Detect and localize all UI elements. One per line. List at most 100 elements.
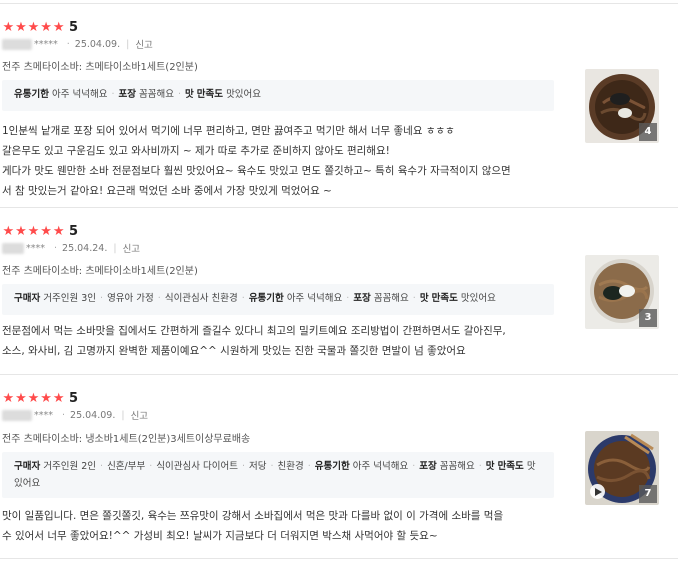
star-icon: ★ <box>52 20 65 35</box>
tag-value: 아주 넉넉해요 <box>52 89 108 100</box>
product-option: 전주 츠메타이소바: 냉소바1세트(2인분)3세트이상무료배송 <box>2 434 251 445</box>
user-name: **** <box>34 409 53 421</box>
tag-value: 거주인원 3인 <box>43 293 97 304</box>
tag-key: 포장 <box>353 293 371 304</box>
review-text-line: 1인분씩 낱개로 포장 되어 있어서 먹기에 너무 편리하고, 면만 끓여주고 … <box>2 125 455 137</box>
review-list-page: ★ ★ ★ ★ ★ 5 ***** · 25.04.09. | 신고 전주 츠메… <box>0 0 678 561</box>
star-icon: ★ <box>15 391 27 406</box>
tag-value: 거주인원 2인 <box>43 461 97 472</box>
tag-separator: · <box>270 461 274 472</box>
review-text-line: 맛이 일품입니다. 면은 쫄깃쫄깃, 육수는 쯔유맛이 강해서 소바집에서 먹은… <box>2 510 504 522</box>
tag-separator: · <box>307 461 311 472</box>
star-icon: ★ <box>40 391 52 406</box>
review-tags: 구매자 거주인원 3인 · 영유아 가정 · 식이관심사 친환경 · 유통기한 아주 넉넉해… <box>2 284 554 315</box>
tag-value: 아주 넉넉해요 <box>352 461 409 472</box>
tag-key: 만족도 <box>196 89 224 100</box>
star-icon: ★ <box>40 224 52 239</box>
rating-score: 5 <box>68 391 79 406</box>
tag-separator: · <box>100 461 104 472</box>
tag-separator: · <box>412 461 416 472</box>
tag-value: 맛있어요 <box>460 293 496 304</box>
avatar <box>2 409 32 421</box>
product-option: 전주 츠메타이소바: 츠메타이소바1세트(2인분) <box>2 62 198 73</box>
tag-value: 꼼꼼해요 <box>439 461 475 472</box>
tag-key: 유통기한 <box>248 293 284 304</box>
tag-value: 꼼꼼해요 <box>139 89 174 100</box>
tag-separator: · <box>241 293 245 304</box>
top-divider <box>0 3 678 4</box>
rating-score: 5 <box>68 224 79 239</box>
star-icon: ★ <box>2 20 15 35</box>
review-body: 맛이 일품입니다. 면은 쫄깃쫄깃, 육수는 쯔유맛이 강해서 소바집에서 먹은… <box>2 506 562 546</box>
tag-key: 맛 <box>419 293 429 304</box>
review-meta: **** · 25.04.09. | 신고 <box>2 408 148 422</box>
tag-separator: · <box>149 461 153 472</box>
star-icon: ★ <box>40 20 52 35</box>
star-icon: ★ <box>52 391 65 406</box>
tag-separator: · <box>346 293 350 304</box>
avatar <box>2 38 32 50</box>
review-photo-thumbnail[interactable]: 4 <box>585 69 659 143</box>
tag-key: 만족도 <box>497 461 524 472</box>
report-button[interactable]: 신고 <box>131 408 148 422</box>
tag-key: 맛 <box>485 461 495 472</box>
photo-count-badge: 4 <box>639 123 657 141</box>
play-icon[interactable] <box>590 484 605 499</box>
review-text-line: 전문점에서 먹는 소바맛을 집에서도 간편하게 즐길수 있다니 최고의 밀키트예… <box>2 325 506 337</box>
star-icon: ★ <box>27 20 40 35</box>
rating-row: ★ ★ ★ ★ ★ 5 <box>2 20 78 35</box>
tag-separator: · <box>157 293 161 304</box>
user-name: **** <box>26 242 45 254</box>
tag-separator: · <box>478 461 482 472</box>
photo-count-badge: 3 <box>639 309 657 327</box>
tag-key: 만족도 <box>431 293 458 304</box>
star-icon: ★ <box>2 391 15 406</box>
review-photo-thumbnail[interactable]: 3 <box>585 255 659 329</box>
tag-key: 유통기한 <box>14 89 49 100</box>
review-date: 25.04.09. <box>70 409 116 421</box>
star-icon: ★ <box>27 224 40 239</box>
review-text-line: 서 참 맛있는거 같아요! 요근래 먹었던 소바 중에서 가장 맛있게 먹었어요… <box>2 185 332 197</box>
review-body: 1인분씩 낱개로 포장 되어 있어서 먹기에 너무 편리하고, 면만 끓여주고 … <box>2 121 562 201</box>
tag-separator: · <box>412 293 416 304</box>
meta-dot: · <box>54 242 58 254</box>
meta-separator: | <box>126 38 130 50</box>
tag-key: 포장 <box>419 461 437 472</box>
report-button[interactable]: 신고 <box>135 37 152 51</box>
tag-separator: · <box>100 293 104 304</box>
tag-key: 유통기한 <box>314 461 350 472</box>
user-name: ***** <box>34 38 58 50</box>
tag-value: 식이관심사 다이어트 <box>156 461 238 472</box>
review-divider <box>0 558 678 559</box>
review-date: 25.04.24. <box>62 242 108 254</box>
review-text-line: 소스, 와사비, 김 고명까지 완벽한 제품이예요^^ 시원하게 맛있는 진한 … <box>2 345 466 357</box>
rating-row: ★ ★ ★ ★ ★ 5 <box>2 224 78 239</box>
review-divider <box>0 374 678 375</box>
tag-separator: · <box>111 89 115 100</box>
meta-dot: · <box>66 38 70 50</box>
review-meta: ***** · 25.04.09. | 신고 <box>2 37 153 51</box>
tag-value: 맛있어요 <box>226 89 262 100</box>
review-video-thumbnail[interactable]: 7 <box>585 431 659 505</box>
tag-value: 친환경 <box>277 461 304 472</box>
review-body: 전문점에서 먹는 소바맛을 집에서도 간편하게 즐길수 있다니 최고의 밀키트예… <box>2 321 562 361</box>
product-option: 전주 츠메타이소바: 츠메타이소바1세트(2인분) <box>2 266 198 277</box>
report-button[interactable]: 신고 <box>123 241 140 255</box>
tag-value: 식이관심사 친환경 <box>164 293 238 304</box>
star-icon: ★ <box>15 224 27 239</box>
star-icon: ★ <box>15 20 27 35</box>
tag-separator: · <box>177 89 182 100</box>
rating-row: ★ ★ ★ ★ ★ 5 <box>2 391 78 406</box>
review-date: 25.04.09. <box>74 38 121 50</box>
tag-key: 맛 <box>185 89 194 100</box>
meta-separator: | <box>113 242 117 254</box>
review-text-line: 수 있어서 너무 좋았어요!^^ 가성비 최오! 날씨가 지금보다 더 더워지면… <box>2 530 438 542</box>
tag-value: 아주 넉넉해요 <box>286 293 343 304</box>
star-rating: ★ ★ ★ ★ ★ <box>2 225 65 238</box>
tag-value: 영유아 가정 <box>107 293 154 304</box>
tag-value: 꼼꼼해요 <box>373 293 409 304</box>
star-icon: ★ <box>27 391 40 406</box>
review-text-line: 갈은무도 있고 구운김도 있고 와사비까지 ~ 제가 따로 추가로 준비하지 않… <box>2 145 390 157</box>
tag-key: 구매자 <box>14 461 41 472</box>
star-icon: ★ <box>2 224 15 239</box>
